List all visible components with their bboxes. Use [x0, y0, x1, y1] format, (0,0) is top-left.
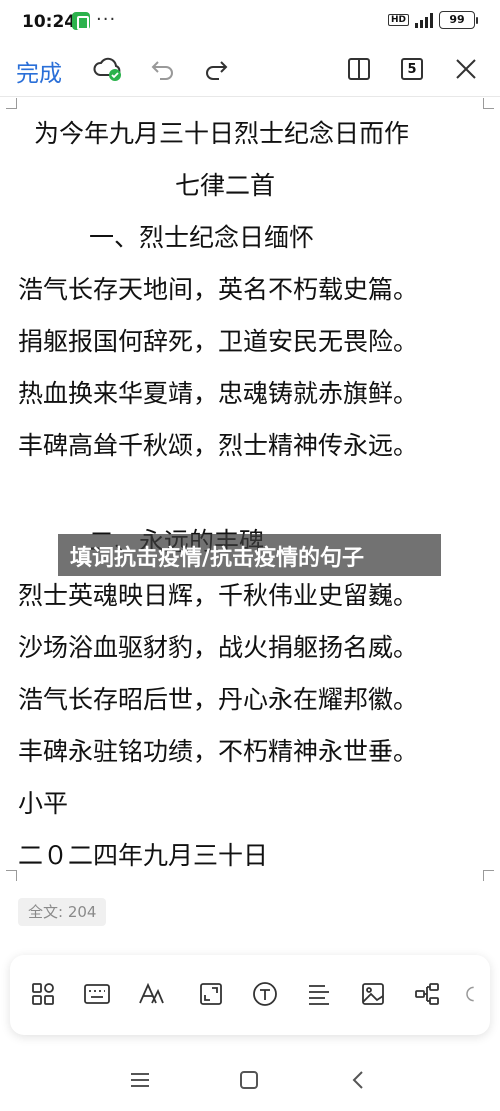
- battery-level: 99: [439, 11, 475, 29]
- more-notifications-icon: ···: [96, 9, 117, 30]
- redo-icon[interactable]: [200, 53, 232, 85]
- doc-subtitle: 七律二首: [175, 171, 276, 200]
- watermark-banner: 填词抗击疫情/抗击疫情的句子: [58, 534, 441, 576]
- page-corner-mark: [483, 98, 494, 109]
- editor-toolbar: 完成 5: [0, 42, 500, 96]
- network-type: HD: [387, 14, 409, 26]
- poem-line: 热血换来华夏靖，忠魂铸就赤旗鲜。: [18, 379, 419, 408]
- doc-heading-1: 一、烈士纪念日缅怀: [89, 223, 315, 252]
- close-icon[interactable]: [450, 53, 482, 85]
- system-nav-bar: [0, 1050, 500, 1111]
- image-icon[interactable]: [358, 979, 388, 1009]
- poem-line: 浩气长存天地间，英名不朽载史篇。: [18, 275, 419, 304]
- poem-line: 烈士英魂映日辉，千秋伟业史留巍。: [18, 581, 419, 610]
- poem-line: 丰碑永驻铭功绩，不朽精神永世垂。: [18, 737, 419, 766]
- battery-icon: 99: [439, 11, 478, 29]
- text-insert-icon[interactable]: [250, 979, 280, 1009]
- status-bar: 10:24 ··· HD 99: [0, 0, 500, 42]
- text-style-icon[interactable]: [136, 979, 166, 1009]
- recent-apps-icon[interactable]: [128, 1068, 152, 1092]
- page-count: 5: [407, 61, 417, 77]
- poem-line: 捐躯报国何辞死，卫道安民无畏险。: [18, 327, 419, 356]
- split-view-icon[interactable]: [343, 53, 375, 85]
- page-corner-mark: [6, 870, 17, 881]
- word-count: 全文: 204: [18, 898, 107, 926]
- back-icon[interactable]: [346, 1068, 370, 1092]
- page-corner-mark: [483, 870, 494, 881]
- poem-line: 浩气长存昭后世，丹心永在耀邦徽。: [18, 685, 419, 714]
- toolbar-divider: [0, 96, 500, 97]
- format-toolbar: [10, 955, 490, 1035]
- poem-line: 沙场浴血驱豺豹，战火捐躯扬名威。: [18, 633, 419, 662]
- undo-icon[interactable]: [147, 53, 179, 85]
- doc-author: 小平: [18, 789, 69, 818]
- page-count-button[interactable]: 5: [396, 53, 428, 85]
- phone-app-icon: [72, 12, 90, 30]
- signal-icon: [415, 12, 433, 28]
- fullscreen-icon[interactable]: [196, 979, 226, 1009]
- done-button[interactable]: 完成: [16, 54, 62, 88]
- poem-line: 丰碑高耸千秋颂，烈士精神传永远。: [18, 431, 419, 460]
- mindmap-icon[interactable]: [412, 979, 442, 1009]
- doc-date: 二０二四年九月三十日: [18, 841, 269, 870]
- home-icon[interactable]: [237, 1068, 261, 1092]
- doc-title: 为今年九月三十日烈士纪念日而作: [34, 119, 410, 148]
- apps-grid-icon[interactable]: [28, 979, 58, 1009]
- cloud-sync-icon[interactable]: [92, 53, 124, 85]
- align-icon[interactable]: [304, 979, 334, 1009]
- status-time: 10:24: [22, 12, 77, 32]
- more-tools-icon[interactable]: [462, 979, 482, 1009]
- page-corner-mark: [6, 98, 17, 109]
- keyboard-icon[interactable]: [82, 979, 112, 1009]
- watermark-text: 填词抗击疫情/抗击疫情的句子: [70, 546, 365, 571]
- document-body[interactable]: 为今年九月三十日烈士纪念日而作 七律二首 一、烈士纪念日缅怀 浩气长存天地间，英…: [0, 98, 500, 881]
